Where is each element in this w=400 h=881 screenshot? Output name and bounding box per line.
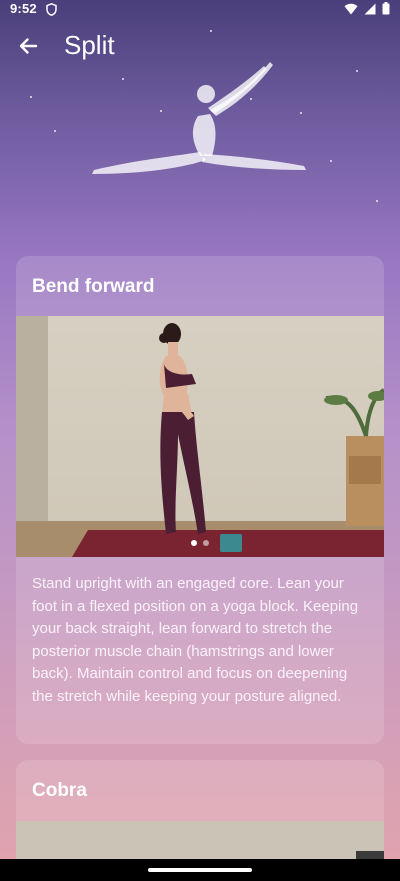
- status-time: 9:52: [10, 1, 37, 16]
- exercise-title: Cobra: [32, 780, 87, 801]
- home-indicator[interactable]: [148, 868, 252, 872]
- shield-icon: [46, 2, 57, 19]
- carousel-dot-active[interactable]: [191, 540, 197, 546]
- cellular-signal-icon: [364, 3, 376, 18]
- back-button[interactable]: [14, 34, 42, 62]
- exercise-title: Bend forward: [32, 276, 155, 297]
- split-pose-illustration: [86, 56, 312, 184]
- exercise-description: Stand upright with an engaged core. Lean…: [32, 575, 359, 705]
- arrow-left-icon: [17, 35, 39, 62]
- exercise-photo: [16, 316, 384, 557]
- battery-icon: [382, 2, 390, 18]
- wifi-icon: [344, 3, 358, 18]
- status-bar: 9:52: [0, 0, 400, 18]
- exercise-card[interactable]: Bend forward Stand upright with an engag…: [16, 256, 384, 744]
- system-navigation-bar: [0, 859, 400, 881]
- carousel-dot[interactable]: [203, 540, 209, 546]
- exercise-photo-carousel[interactable]: [16, 316, 384, 557]
- carousel-indicator: [16, 540, 384, 546]
